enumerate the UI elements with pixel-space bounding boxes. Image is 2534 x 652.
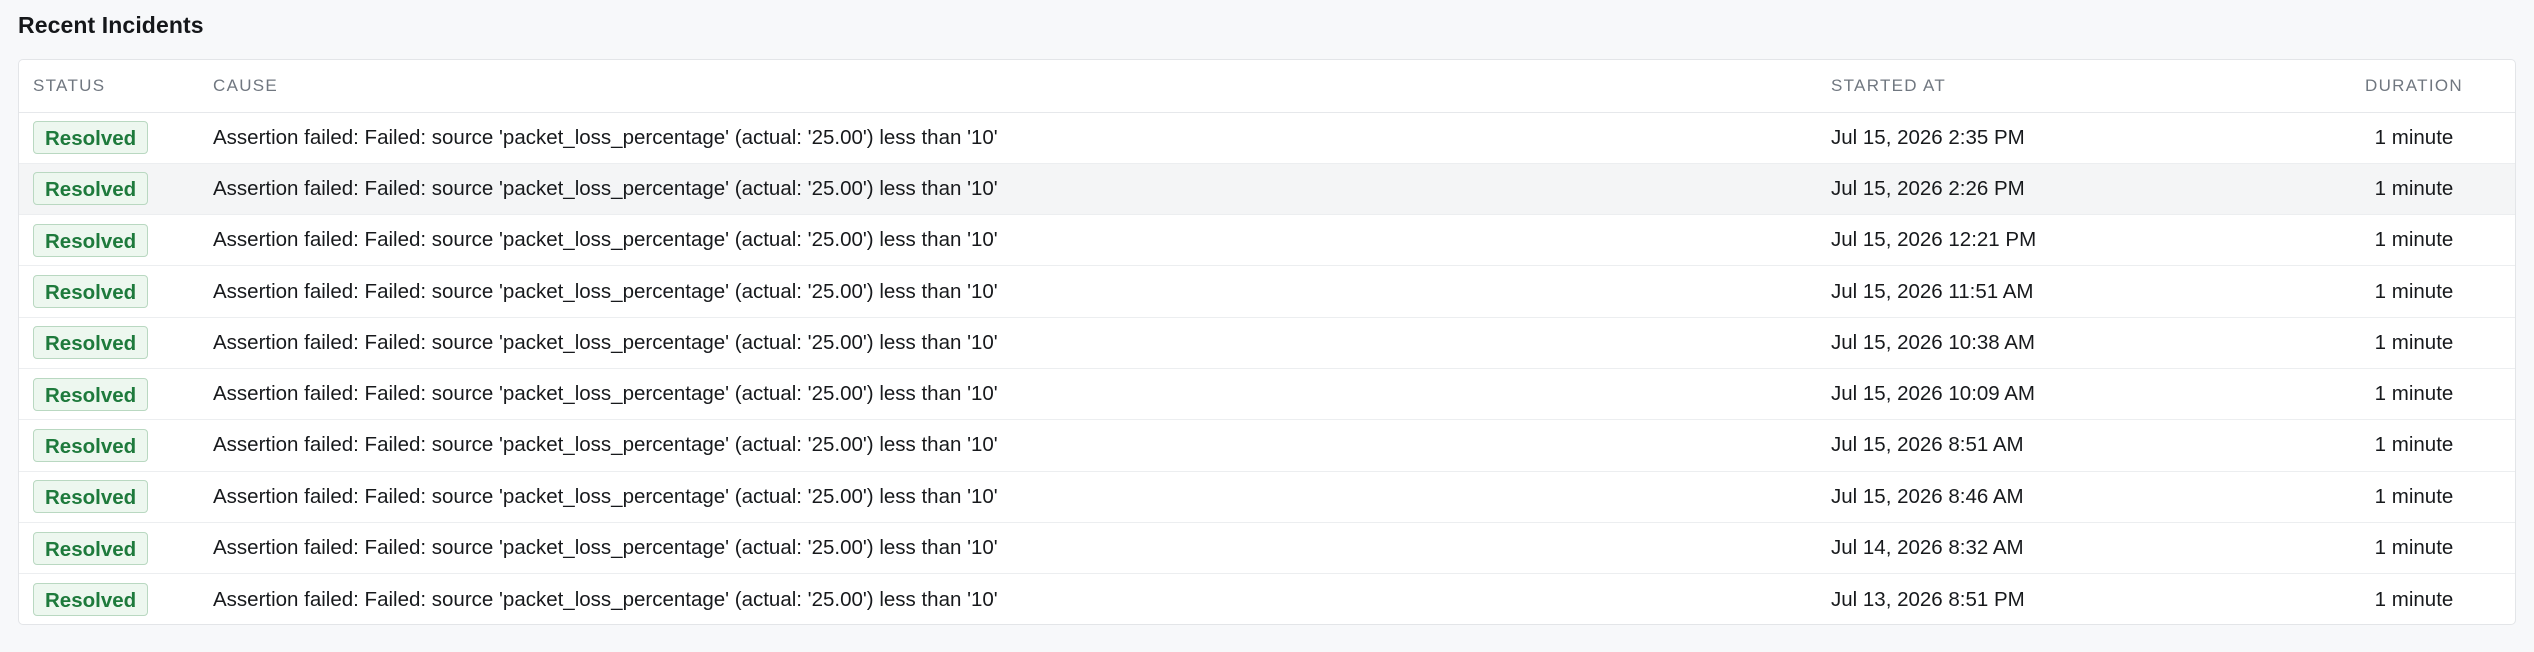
cause-cell: Assertion failed: Failed: source 'packet… (213, 522, 1831, 575)
column-header-started-at: STARTED AT (1831, 60, 2311, 113)
duration-cell: 1 minute (2311, 163, 2515, 216)
started-at-cell: Jul 15, 2026 8:46 AM (1831, 471, 2311, 523)
status-cell: Resolved (19, 419, 213, 472)
started-at-cell: Jul 15, 2026 12:21 PM (1831, 214, 2311, 267)
status-cell: Resolved (19, 522, 213, 575)
cause-cell: Assertion failed: Failed: source 'packet… (213, 163, 1831, 216)
status-cell: Resolved (19, 265, 213, 318)
status-cell: Resolved (19, 317, 213, 369)
status-badge: Resolved (33, 275, 149, 309)
cause-cell: Assertion failed: Failed: source 'packet… (213, 214, 1831, 267)
status-cell: Resolved (19, 471, 213, 523)
status-cell: Resolved (19, 163, 213, 216)
table-row[interactable]: Resolved Assertion failed: Failed: sourc… (19, 163, 2515, 216)
incidents-page: Recent Incidents STATUS CAUSE STARTED AT… (0, 0, 2534, 652)
section-title: Recent Incidents (18, 12, 204, 38)
status-badge: Resolved (33, 223, 149, 257)
duration-cell: 1 minute (2311, 368, 2515, 421)
started-at-cell: Jul 15, 2026 2:26 PM (1831, 163, 2311, 216)
column-header-duration: DURATION (2311, 60, 2515, 113)
cause-cell: Assertion failed: Failed: source 'packet… (213, 112, 1831, 164)
table-header-row: STATUS CAUSE STARTED AT DURATION (19, 60, 2515, 113)
status-cell: Resolved (19, 574, 213, 624)
incidents-table: STATUS CAUSE STARTED AT DURATION Resolve… (19, 60, 2515, 624)
table-body: Resolved Assertion failed: Failed: sourc… (19, 112, 2515, 624)
table-row[interactable]: Resolved Assertion failed: Failed: sourc… (19, 471, 2515, 523)
status-badge: Resolved (33, 531, 149, 565)
incidents-table-card: STATUS CAUSE STARTED AT DURATION Resolve… (18, 59, 2516, 625)
cause-cell: Assertion failed: Failed: source 'packet… (213, 587, 998, 611)
started-at-cell: Jul 15, 2026 8:51 AM (1831, 419, 2311, 472)
started-at-cell: Jul 15, 2026 11:51 AM (1831, 265, 2311, 318)
duration-cell: 1 minute (2311, 317, 2515, 369)
table-row[interactable]: Resolved Assertion failed: Failed: sourc… (19, 112, 2515, 164)
duration-cell: 1 minute (2311, 214, 2515, 267)
table-row[interactable]: Resolved Assertion failed: Failed: sourc… (19, 368, 2515, 421)
status-badge: Resolved (33, 428, 149, 462)
table-row[interactable]: Resolved Assertion failed: Failed: sourc… (19, 419, 2515, 472)
started-at-cell: Jul 15, 2026 2:35 PM (1831, 112, 2311, 164)
duration-cell: 1 minute (2311, 419, 2515, 472)
started-at-cell: Jul 13, 2026 8:51 PM (1831, 587, 2025, 611)
duration-cell: 1 minute (2311, 265, 2515, 318)
status-badge: Resolved (33, 377, 149, 411)
cause-cell: Assertion failed: Failed: source 'packet… (213, 368, 1831, 421)
table-row[interactable]: Resolved Assertion failed: Failed: sourc… (19, 214, 2515, 267)
duration-cell: 1 minute (2311, 522, 2515, 575)
started-at-cell: Jul 15, 2026 10:09 AM (1831, 368, 2311, 421)
column-header-cause: CAUSE (213, 60, 1831, 113)
cause-cell: Assertion failed: Failed: source 'packet… (213, 317, 1831, 369)
started-at-cell: Jul 15, 2026 10:38 AM (1831, 317, 2311, 369)
table-row[interactable]: Resolved Assertion failed: Failed: sourc… (19, 522, 2515, 575)
status-cell: Resolved (19, 112, 213, 164)
column-header-status: STATUS (19, 60, 213, 113)
status-cell: Resolved (19, 368, 213, 421)
status-cell: Resolved (19, 214, 213, 267)
table-row[interactable]: Resolved Assertion failed: Failed: sourc… (19, 574, 2515, 624)
duration-cell: 1 minute (2311, 471, 2515, 523)
table-row[interactable]: Resolved Assertion failed: Failed: sourc… (19, 317, 2515, 369)
status-badge: Resolved (33, 583, 149, 617)
cause-cell: Assertion failed: Failed: source 'packet… (213, 471, 1831, 523)
table-row[interactable]: Resolved Assertion failed: Failed: sourc… (19, 265, 2515, 318)
status-badge: Resolved (33, 172, 149, 206)
duration-cell: 1 minute (2374, 587, 2454, 611)
started-at-cell: Jul 14, 2026 8:32 AM (1831, 522, 2311, 575)
status-badge: Resolved (33, 121, 149, 155)
table-header: STATUS CAUSE STARTED AT DURATION (19, 60, 2515, 113)
cause-cell: Assertion failed: Failed: source 'packet… (213, 419, 1831, 472)
status-badge: Resolved (33, 480, 149, 514)
status-badge: Resolved (33, 326, 149, 360)
duration-cell: 1 minute (2311, 112, 2515, 164)
cause-cell: Assertion failed: Failed: source 'packet… (213, 265, 1831, 318)
